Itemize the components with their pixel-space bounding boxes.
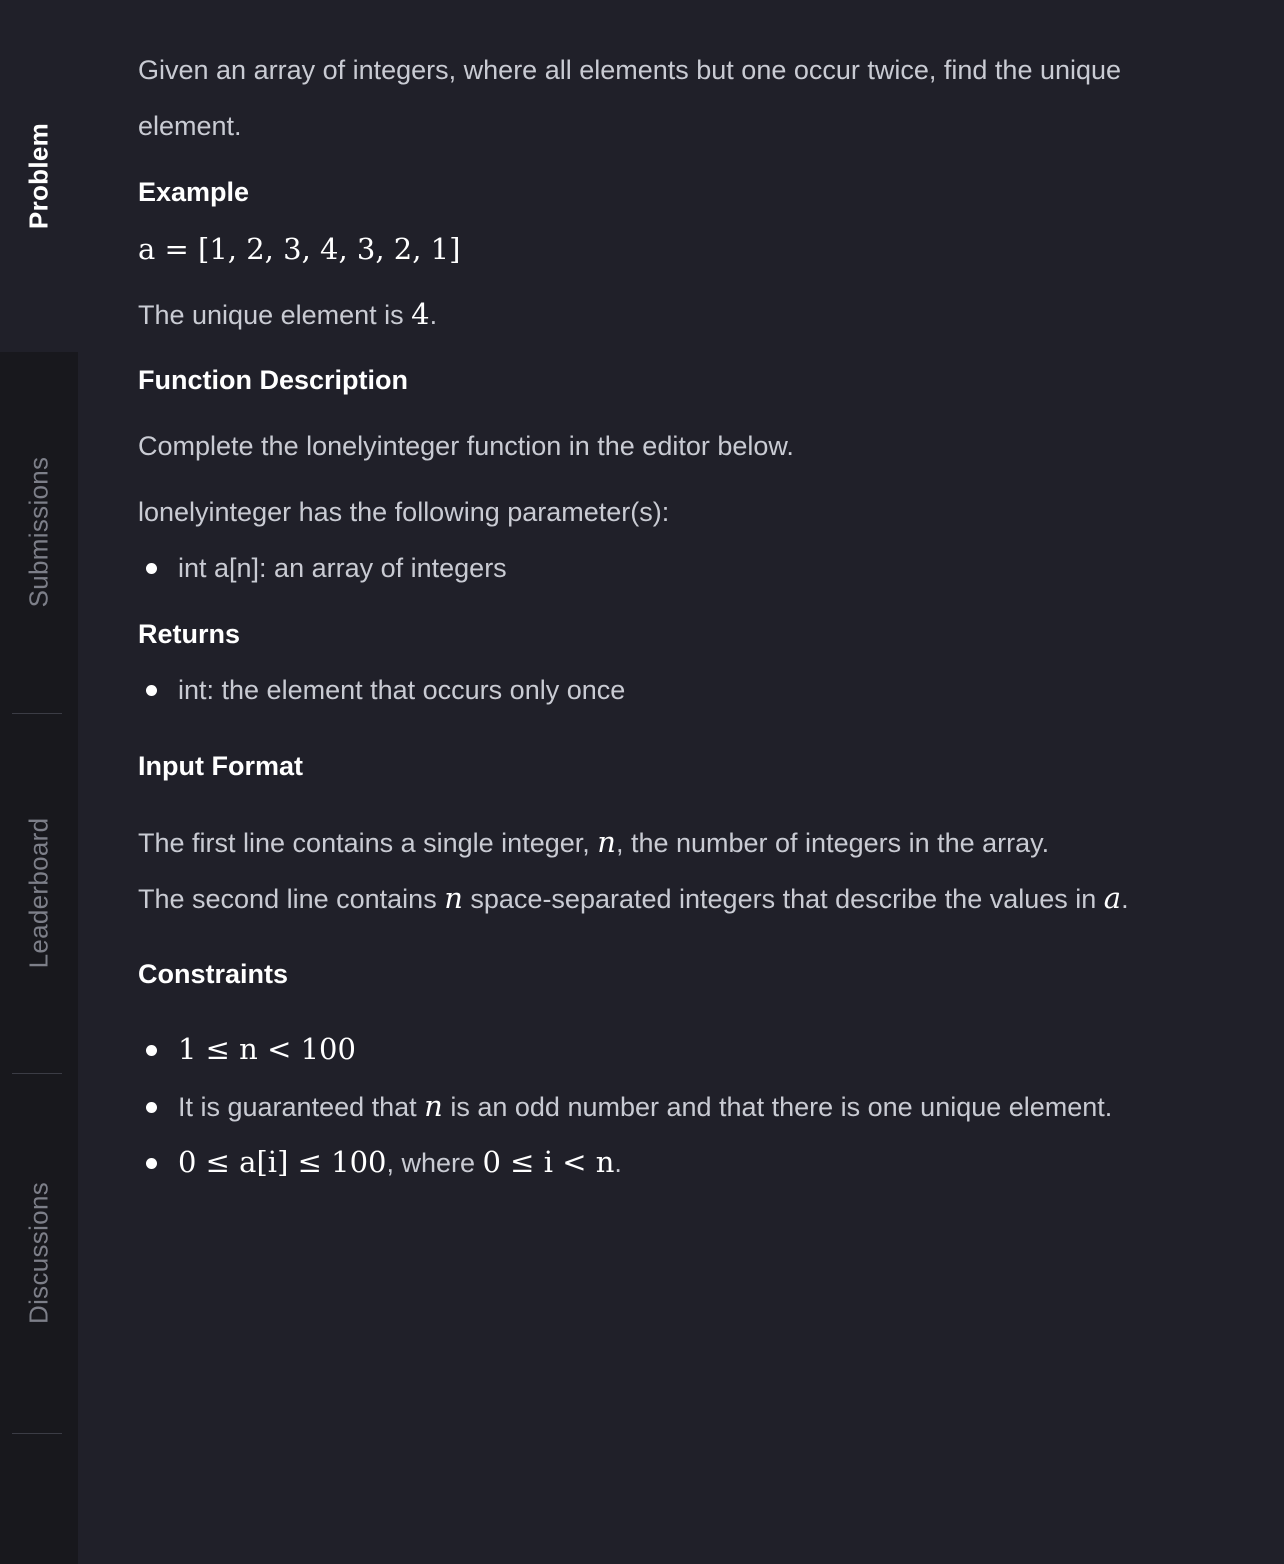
constraint2-prefix: It is guaranteed that — [178, 1092, 425, 1122]
input-format-heading: Input Format — [138, 751, 303, 781]
returns-heading: Returns — [138, 619, 241, 649]
intro-text-line1: Given an array of integers, where all el… — [138, 55, 1122, 85]
input-line1-suffix: , the number of integers in the array. — [615, 828, 1050, 858]
intro-text-line2: element. — [138, 111, 242, 141]
bullet-icon — [146, 1045, 157, 1056]
example-result-prefix: The unique element is — [138, 300, 412, 330]
example-result-value: 4 — [411, 297, 430, 331]
returns-text: int: the element that occurs only once — [178, 675, 626, 705]
sidebar: Problem Submissions Leaderboard Discussi… — [0, 0, 78, 1564]
variable-n-glyph: n — [444, 881, 463, 915]
variable-a: a — [1104, 881, 1121, 915]
constraint3-formula: 0 ≤ a[i] ≤ 100 — [178, 1145, 387, 1179]
variable-n-glyph: n — [597, 825, 616, 859]
variable-a-glyph: a — [1103, 881, 1122, 915]
input-line1-prefix: The first line contains a single integer… — [138, 828, 598, 858]
bullet-icon — [146, 1158, 157, 1169]
input-line2-suffix: . — [1121, 884, 1129, 914]
tab-submissions-label: Submissions — [23, 456, 54, 608]
tab-discussions[interactable]: Discussions — [0, 1074, 78, 1432]
constraint-text: 0 ≤ a[i] ≤ 100, where 0 ≤ i < n. — [178, 1134, 622, 1191]
variable-n: n — [444, 881, 463, 915]
variable-n: n — [424, 1089, 443, 1123]
parameter-text: int a[n]: an array of integers — [178, 553, 507, 583]
tab-divider — [12, 1433, 62, 1434]
tab-problem[interactable]: Problem — [0, 0, 78, 352]
tab-leaderboard-label: Leaderboard — [23, 817, 54, 969]
bullet-icon — [146, 1102, 157, 1113]
example-result: The unique element is 4. — [138, 297, 438, 331]
function-description-heading: Function Description — [138, 365, 408, 395]
tab-leaderboard[interactable]: Leaderboard — [0, 714, 78, 1072]
tab-problem-label: Problem — [23, 122, 54, 230]
constraint3-middle: , where — [386, 1148, 483, 1178]
example-heading: Example — [138, 177, 250, 207]
constraint-formula: 1 ≤ n < 100 — [178, 1032, 356, 1066]
input-format-line1: The first line contains a single integer… — [138, 814, 1049, 871]
bullet-icon — [146, 563, 157, 574]
constraint3-suffix: . — [614, 1148, 622, 1178]
constraint3-formula2: 0 ≤ i < n — [482, 1145, 615, 1179]
example-formula: a = [1, 2, 3, 4, 3, 2, 1] — [138, 232, 461, 266]
constraint-text: It is guaranteed that n is an odd number… — [178, 1078, 1112, 1135]
tab-discussions-label: Discussions — [23, 1181, 54, 1325]
input-line2-prefix: The second line contains — [138, 884, 445, 914]
bullet-icon — [146, 685, 157, 696]
constraints-heading: Constraints — [138, 959, 289, 989]
tab-submissions[interactable]: Submissions — [0, 352, 78, 712]
function-description-text: Complete the lonelyinteger function in t… — [138, 431, 794, 461]
input-line2-middle: space-separated integers that describe t… — [462, 884, 1104, 914]
constraint2-suffix: is an odd number and that there is one u… — [442, 1092, 1113, 1122]
variable-n: n — [597, 825, 616, 859]
input-format-line2: The second line contains n space-separat… — [138, 870, 1129, 927]
parameters-intro: lonelyinteger has the following paramete… — [138, 497, 670, 527]
variable-n-glyph: n — [424, 1089, 443, 1123]
